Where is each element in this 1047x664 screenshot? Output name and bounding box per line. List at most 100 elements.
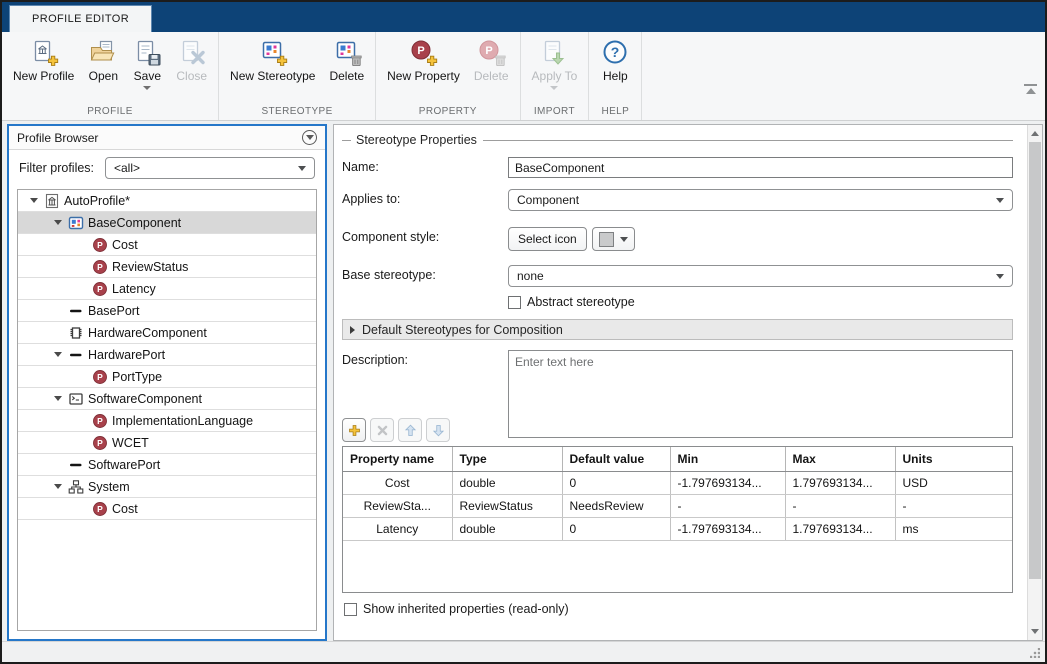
- apply-to-button: Apply To: [525, 36, 585, 90]
- delete-button[interactable]: Delete: [322, 36, 371, 83]
- table-cell[interactable]: double: [452, 472, 562, 495]
- expander-icon[interactable]: [48, 484, 68, 489]
- scroll-down-icon[interactable]: [1028, 624, 1042, 639]
- table-cell[interactable]: ReviewStatus: [452, 495, 562, 518]
- column-header-default-value[interactable]: Default value: [562, 447, 670, 472]
- resize-grip[interactable]: [1030, 648, 1040, 658]
- property-icon: P: [92, 259, 108, 275]
- table-cell[interactable]: 1.797693134...: [785, 518, 895, 541]
- table-cell[interactable]: double: [452, 518, 562, 541]
- save-button[interactable]: Save: [125, 36, 169, 90]
- select-icon-button[interactable]: Select icon: [508, 227, 587, 251]
- tree-item-label: SoftwareComponent: [88, 392, 202, 406]
- new-stereotype-icon: [258, 39, 288, 67]
- svg-text:P: P: [97, 262, 103, 272]
- toolbar-button-label: Save: [134, 69, 161, 83]
- chevron-down-icon: [298, 166, 306, 171]
- color-picker-dropdown[interactable]: [592, 227, 635, 251]
- chevron-down-icon: [996, 274, 1004, 279]
- table-cell[interactable]: -: [785, 495, 895, 518]
- tree-item-softwareport[interactable]: SoftwarePort: [18, 454, 316, 476]
- tree-item-autoprofile[interactable]: AutoProfile*: [18, 190, 316, 212]
- tree-item-implementationlanguage[interactable]: PImplementationLanguage: [18, 410, 316, 432]
- collapse-panel-icon[interactable]: [302, 130, 317, 145]
- svg-text:?: ?: [611, 44, 620, 60]
- tree-item-wcet[interactable]: PWCET: [18, 432, 316, 454]
- tree-item-porttype[interactable]: PPortType: [18, 366, 316, 388]
- expander-icon[interactable]: [24, 198, 44, 203]
- svg-text:P: P: [486, 45, 493, 57]
- table-cell[interactable]: 1.797693134...: [785, 472, 895, 495]
- filter-profiles-dropdown[interactable]: <all>: [105, 157, 315, 179]
- column-header-max[interactable]: Max: [785, 447, 895, 472]
- table-cell[interactable]: -1.797693134...: [670, 472, 785, 495]
- svg-text:P: P: [97, 372, 103, 382]
- tree-item-basecomponent[interactable]: BaseComponent: [18, 212, 316, 234]
- profile-editor-window: PROFILE EDITOR New ProfileOpenSaveCloseP…: [0, 0, 1047, 664]
- new-property-button[interactable]: PNew Property: [380, 36, 467, 83]
- base-stereotype-dropdown[interactable]: none: [508, 265, 1013, 287]
- toolbar: New ProfileOpenSaveClosePROFILENew Stere…: [2, 32, 1045, 121]
- table-cell[interactable]: USD: [895, 472, 1013, 495]
- tree-item-system[interactable]: System: [18, 476, 316, 498]
- applies-to-dropdown[interactable]: Component: [508, 189, 1013, 211]
- table-cell[interactable]: 0: [562, 518, 670, 541]
- column-header-property-name[interactable]: Property name: [343, 447, 452, 472]
- table-cell[interactable]: Latency: [343, 518, 452, 541]
- table-cell[interactable]: ReviewSta...: [343, 495, 452, 518]
- system-icon: [68, 479, 84, 495]
- table-cell[interactable]: Cost: [343, 472, 452, 495]
- tree-item-hardwareport[interactable]: HardwarePort: [18, 344, 316, 366]
- add-property-button[interactable]: [342, 418, 366, 442]
- table-cell[interactable]: NeedsReview: [562, 495, 670, 518]
- toolbar-section-import: Apply To IMPORT: [521, 32, 590, 120]
- open-button[interactable]: Open: [81, 36, 125, 83]
- tree-item-reviewstatus[interactable]: PReviewStatus: [18, 256, 316, 278]
- table-cell[interactable]: ms: [895, 518, 1013, 541]
- column-header-type[interactable]: Type: [452, 447, 562, 472]
- abstract-stereotype-checkbox[interactable]: [508, 296, 521, 309]
- tree-item-cost[interactable]: PCost: [18, 498, 316, 520]
- scrollbar-thumb[interactable]: [1029, 142, 1041, 579]
- name-field[interactable]: [508, 157, 1013, 178]
- table-cell[interactable]: -: [895, 495, 1013, 518]
- column-header-min[interactable]: Min: [670, 447, 785, 472]
- svg-text:P: P: [97, 438, 103, 448]
- tree-item-hardwarecomponent[interactable]: HardwareComponent: [18, 322, 316, 344]
- tree-item-latency[interactable]: PLatency: [18, 278, 316, 300]
- tree-item-softwarecomponent[interactable]: SoftwareComponent: [18, 388, 316, 410]
- move-up-button: [398, 418, 422, 442]
- expander-icon[interactable]: [48, 352, 68, 357]
- toolbar-section-label: HELP: [593, 104, 637, 120]
- property-icon: P: [92, 435, 108, 451]
- tree-item-baseport[interactable]: BasePort: [18, 300, 316, 322]
- tab-profile-editor[interactable]: PROFILE EDITOR: [9, 5, 152, 32]
- toolbar-section-label: IMPORT: [525, 104, 585, 120]
- applies-to-label: Applies to:: [342, 189, 508, 211]
- expander-icon[interactable]: [48, 396, 68, 401]
- expander-icon[interactable]: [48, 220, 68, 225]
- collapse-ribbon-icon[interactable]: [1024, 84, 1037, 94]
- table-cell[interactable]: 0: [562, 472, 670, 495]
- toolbar-button-label: Open: [89, 69, 118, 83]
- show-inherited-checkbox[interactable]: [344, 603, 357, 616]
- new-profile-button[interactable]: New Profile: [6, 36, 81, 83]
- toolbar-button-label: New Property: [387, 69, 460, 83]
- table-cell[interactable]: -1.797693134...: [670, 518, 785, 541]
- color-swatch: [599, 232, 614, 247]
- default-stereotypes-section[interactable]: Default Stereotypes for Composition: [342, 319, 1013, 340]
- applies-to-value: Component: [517, 193, 996, 207]
- description-field[interactable]: [508, 350, 1013, 438]
- close-icon: [177, 39, 207, 67]
- column-header-units[interactable]: Units: [895, 447, 1013, 472]
- tree-item-cost[interactable]: PCost: [18, 234, 316, 256]
- vertical-scrollbar[interactable]: [1027, 125, 1042, 640]
- tree-item-label: AutoProfile*: [64, 194, 130, 208]
- scroll-up-icon[interactable]: [1028, 126, 1042, 141]
- table-cell[interactable]: -: [670, 495, 785, 518]
- component-style-label: Component style:: [342, 227, 508, 251]
- hardware-icon: [68, 325, 84, 341]
- help-button[interactable]: ?Help: [593, 36, 637, 83]
- svg-text:P: P: [97, 284, 103, 294]
- new-stereotype-button[interactable]: New Stereotype: [223, 36, 322, 83]
